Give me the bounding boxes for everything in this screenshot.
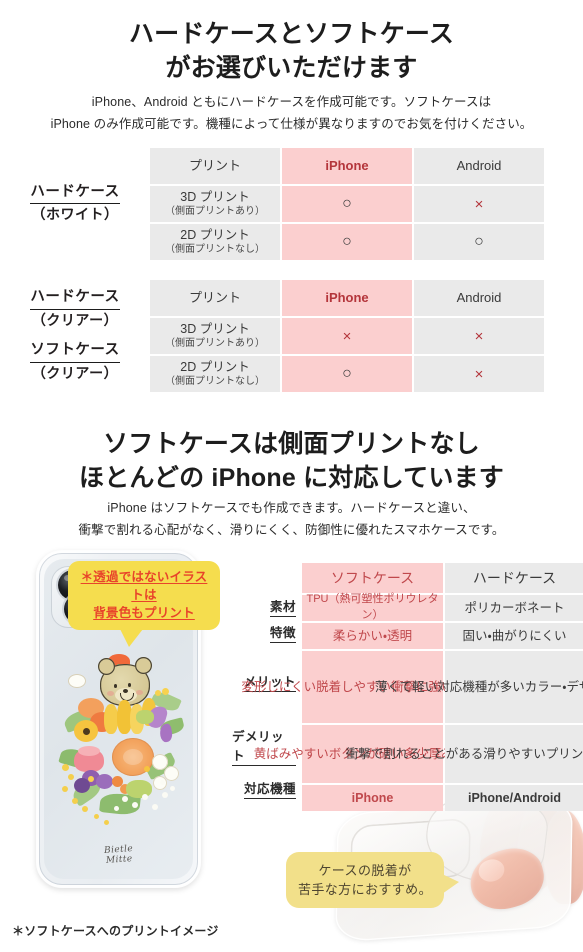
cell-android: ×: [414, 318, 544, 354]
section2-heading: ソフトケースは側面プリントなし ほとんどの iPhone に対応しています: [0, 428, 583, 495]
callout-recommend-line1: ケースの脱着が: [318, 862, 412, 878]
mark-circle: ○: [342, 365, 352, 382]
header-print: プリント: [150, 280, 280, 316]
header-iphone: iPhone: [282, 148, 412, 184]
section1-heading-line1: ハードケースとソフトケース: [128, 20, 455, 48]
footnote-print-image: ＊ソフトケースへのプリントイメージ: [12, 924, 219, 938]
compare-label-material: 素材: [232, 593, 302, 619]
section1-lede-line1: iPhone、Android ともにハードケースを作成可能です。ソフトケースは: [91, 95, 492, 109]
print-type-main: 3D プリント: [180, 189, 250, 204]
infographic-page: ハードケースとソフトケース がお選びいただけます iPhone、Android …: [0, 0, 583, 952]
table-row: 2D プリント （側面プリントなし）: [150, 356, 280, 392]
print-type-sub: （側面プリントなし）: [165, 375, 265, 387]
compare-cell-hard-material: ポリカーボネート: [445, 595, 583, 621]
compare-label-devices: 対応機種: [232, 775, 302, 801]
table-clear-grid: プリント iPhone Android 3D プリント （側面プリントあり） ×…: [150, 280, 544, 392]
header-android: Android: [414, 148, 544, 184]
illustration-brand-mark: Bietle Mitte: [103, 844, 133, 867]
compare-cell-hard-devices: iPhone/Android: [445, 785, 583, 811]
print-type-sub: （側面プリントなし）: [165, 243, 265, 255]
brand-line2: Mitte: [105, 854, 133, 867]
cell-android: ×: [414, 186, 544, 222]
cell-iphone: ○: [282, 224, 412, 260]
cell-android: ○: [414, 224, 544, 260]
table-clear-label-main-soft: ソフトケース: [30, 341, 120, 363]
compare-cell-soft-feature: 柔らかい・透明: [302, 623, 443, 649]
callout-print-note-line2: 背景色もプリント: [93, 606, 195, 621]
table-hard-white-label-main: ハードケース: [30, 183, 120, 205]
table-row: 2D プリント （側面プリントなし）: [150, 224, 280, 260]
table-hard-white-label: ハードケース （ホワイト）: [0, 148, 150, 260]
print-type-main: 2D プリント: [180, 227, 250, 242]
compare-cell-hard-demerit: 衝撃で割れることがある滑りやすいプリントが剥がれやすい: [346, 725, 583, 783]
compare-table: 素材 特徴 メリット デメリット 対応機種 ソフトケース ハードケース TPU（…: [232, 563, 583, 811]
section2-heading-line1: ソフトケースは側面プリントなし: [103, 430, 480, 458]
mark-cross: ×: [474, 365, 484, 383]
section1-heading-line2: がお選びいただけます: [165, 53, 418, 82]
table-hard-white: ハードケース （ホワイト） プリント iPhone Android 3D プリン…: [0, 148, 544, 260]
callout-recommend-line2: 苦手な方におすすめ。: [297, 882, 432, 897]
section2-lede-line1: iPhone はソフトケースでも作成できます。ハードケースと違い、: [107, 501, 476, 515]
section2-lede-line2: 衝撃で割れる心配がなく、滑りにくく、防御性に優れたスマホケースです。: [78, 522, 505, 537]
compare-cell-hard-feature: 固い・曲がりにくい: [445, 623, 583, 649]
mark-cross: ×: [474, 195, 484, 213]
table-row: 3D プリント （側面プリントあり）: [150, 186, 280, 222]
compare-header-hard: ハードケース: [445, 563, 583, 593]
header-print: プリント: [150, 148, 280, 184]
table-clear-label-main-hard: ハードケース: [30, 288, 120, 310]
cell-iphone: ○: [282, 356, 412, 392]
cell-android: ×: [414, 356, 544, 392]
mark-circle: ○: [342, 195, 352, 212]
section1-lede: iPhone、Android ともにハードケースを作成可能です。ソフトケースは …: [0, 92, 583, 136]
print-type-sub: （側面プリントあり）: [165, 205, 265, 217]
compare-label-feature: 特徴: [232, 619, 302, 645]
compare-cell-soft-devices: iPhone: [302, 785, 443, 811]
compare-cell-hard-merit: 薄くて軽い対応機種が多いカラー・デザインが多い: [375, 651, 583, 723]
section2-lede: iPhone はソフトケースでも作成できます。ハードケースと違い、 衝撃で割れる…: [0, 498, 583, 542]
table-clear-label-sub-soft: （クリアー）: [31, 364, 119, 381]
table-hard-white-label-sub: （ホワイト）: [31, 206, 119, 223]
section1-lede-line2: iPhone のみ作成可能です。機種によって仕様が異なりますのでお気を付けくださ…: [50, 116, 533, 131]
header-iphone: iPhone: [282, 280, 412, 316]
section2-heading-line2: ほとんどの iPhone に対応しています: [79, 463, 504, 492]
mark-circle: ○: [474, 233, 484, 250]
table-row: 3D プリント （側面プリントあり）: [150, 318, 280, 354]
table-clear-label-sub-hard: （クリアー）: [31, 312, 119, 328]
mark-cross: ×: [342, 327, 352, 345]
header-android: Android: [414, 280, 544, 316]
print-type-main: 3D プリント: [180, 321, 250, 336]
print-type-main: 2D プリント: [180, 359, 250, 374]
section1-heading: ハードケースとソフトケース がお選びいただけます: [0, 18, 583, 85]
print-type-sub: （側面プリントあり）: [165, 337, 265, 349]
table-clear-label: ハードケース （クリアー） ソフトケース （クリアー）: [0, 280, 150, 392]
cell-iphone: ×: [282, 318, 412, 354]
callout-print-note-line1: ＊透過ではないイラストは: [80, 570, 208, 603]
cell-iphone: ○: [282, 186, 412, 222]
compare-header-soft: ソフトケース: [302, 563, 443, 593]
compare-label-spacer: [232, 563, 302, 593]
table-hard-white-grid: プリント iPhone Android 3D プリント （側面プリントあり） ○…: [150, 148, 544, 260]
compare-table-grid: ソフトケース ハードケース TPU（熱可塑性ポリウレタン） ポリカーボネート 柔…: [241, 563, 583, 811]
table-clear: ハードケース （クリアー） ソフトケース （クリアー） プリント iPhone …: [0, 280, 544, 392]
mark-circle: ○: [342, 233, 352, 250]
mark-cross: ×: [474, 327, 484, 345]
floral-bear-illustration: [58, 654, 186, 830]
callout-recommend: ケースの脱着が 苦手な方におすすめ。: [286, 852, 459, 908]
callout-print-note: ＊透過ではないイラストは 背景色もプリント: [68, 561, 220, 648]
compare-cell-soft-material: TPU（熱可塑性ポリウレタン）: [302, 593, 443, 621]
thumbnail: [476, 856, 507, 885]
